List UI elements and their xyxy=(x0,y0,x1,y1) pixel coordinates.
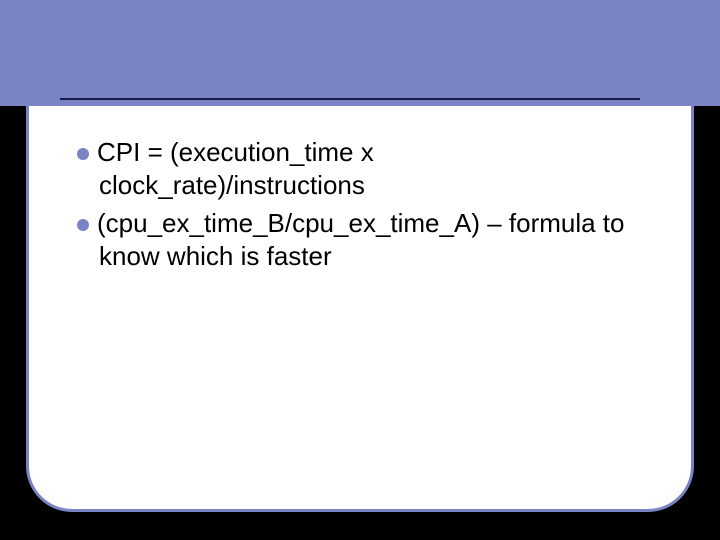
bullet-item: CPI = (execution_time x clock_rate)/inst… xyxy=(77,136,643,201)
content-area: CPI = (execution_time x clock_rate)/inst… xyxy=(77,136,643,278)
bullet-text: (cpu_ex_time_B/cpu_ex_time_A) – formula … xyxy=(97,208,625,271)
bullet-item: (cpu_ex_time_B/cpu_ex_time_A) – formula … xyxy=(77,207,643,272)
header-bar xyxy=(0,0,720,106)
bullet-icon xyxy=(77,219,89,231)
bullet-icon xyxy=(77,148,89,160)
content-card: CPI = (execution_time x clock_rate)/inst… xyxy=(26,106,694,512)
bullet-text: CPI = (execution_time x clock_rate)/inst… xyxy=(97,137,374,200)
slide: CPI = (execution_time x clock_rate)/inst… xyxy=(0,0,720,540)
header-underline xyxy=(60,98,640,100)
